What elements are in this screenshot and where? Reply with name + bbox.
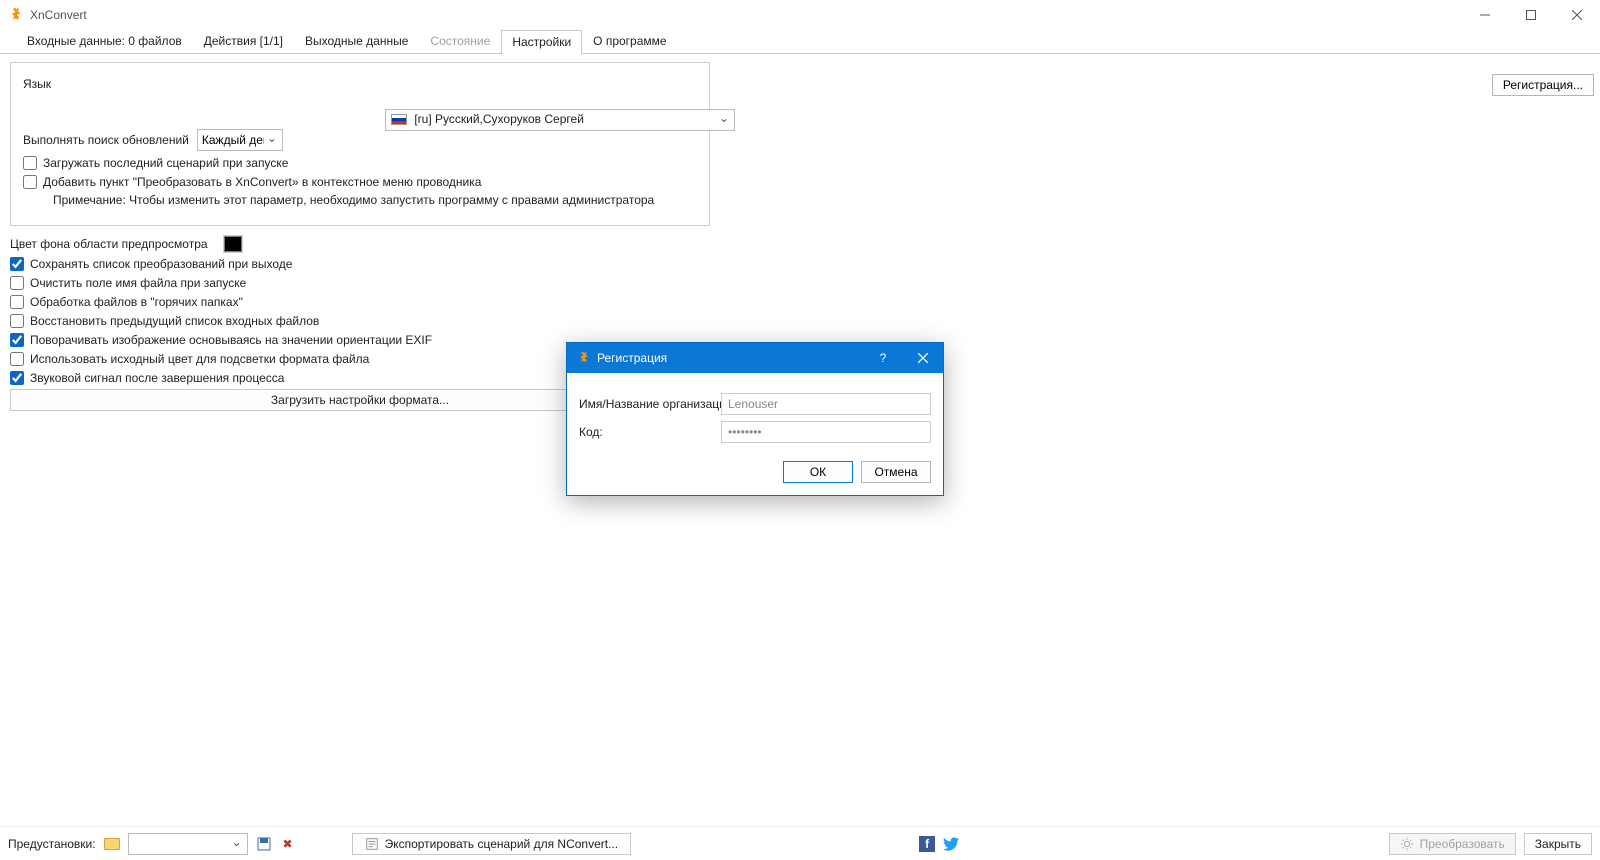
update-frequency-select[interactable]: Каждый день [197,129,283,151]
clear-filename-checkbox[interactable] [10,276,24,290]
app-icon [6,6,24,24]
preview-bg-color-swatch[interactable] [224,236,242,252]
registration-dialog: Регистрация ? Имя/Название организации: … [566,342,944,496]
footer-bar: Предустановки: ✖ Экспортировать сценарий… [0,826,1600,860]
tab-input[interactable]: Входные данные: 0 файлов [16,29,193,53]
language-select[interactable]: ​ [385,109,735,131]
add-context-menu-checkbox[interactable] [23,175,37,189]
dialog-app-icon [575,350,591,366]
tab-output[interactable]: Выходные данные [294,29,419,53]
admin-note: Примечание: Чтобы изменить этот параметр… [53,193,654,207]
save-icon[interactable] [256,836,272,852]
convert-label: Преобразовать [1420,837,1505,851]
add-context-menu-label: Добавить пункт "Преобразовать в XnConver… [43,174,481,189]
close-app-button[interactable]: Закрыть [1524,833,1592,855]
restore-inputs-checkbox[interactable] [10,314,24,328]
rotate-exif-label: Поворачивать изображение основываясь на … [30,332,432,347]
dialog-title: Регистрация [597,351,667,365]
gear-icon [1400,837,1414,851]
twitter-icon[interactable] [943,836,959,852]
hot-folders-label: Обработка файлов в "горячих папках" [30,294,243,309]
dialog-help-button[interactable]: ? [863,343,903,373]
dialog-close-button[interactable] [903,343,943,373]
rotate-exif-checkbox[interactable] [10,333,24,347]
use-src-color-checkbox[interactable] [10,352,24,366]
close-button[interactable] [1554,0,1600,30]
dialog-name-label: Имя/Название организации: [579,397,711,411]
presets-label: Предустановки: [8,837,96,851]
export-nconvert-label: Экспортировать сценарий для NConvert... [385,837,619,851]
preview-bg-label: Цвет фона области предпросмотра [10,237,208,251]
presets-select[interactable] [128,833,248,855]
tab-settings[interactable]: Настройки [501,30,582,54]
beep-label: Звуковой сигнал после завершения процесс… [30,370,284,385]
titlebar: XnConvert [0,0,1600,30]
clear-filename-label: Очистить поле имя файла при запуске [30,275,246,290]
close-app-label: Закрыть [1535,837,1581,851]
beep-checkbox[interactable] [10,371,24,385]
organization-name-input[interactable] [721,393,931,415]
hot-folders-checkbox[interactable] [10,295,24,309]
tab-status[interactable]: Состояние [419,29,501,53]
convert-button[interactable]: Преобразовать [1389,833,1516,855]
export-nconvert-button[interactable]: Экспортировать сценарий для NConvert... [352,833,632,855]
load-last-script-checkbox[interactable] [23,156,37,170]
dialog-ok-button[interactable]: ОК [783,461,853,483]
script-icon [365,837,379,851]
maximize-button[interactable] [1508,0,1554,30]
dialog-code-label: Код: [579,425,711,439]
window-title: XnConvert [30,8,87,22]
load-last-script-label: Загружать последний сценарий при запуске [43,155,288,170]
tab-about[interactable]: О программе [582,29,677,53]
folder-icon[interactable] [104,836,120,852]
facebook-icon[interactable]: f [919,836,935,852]
registration-code-input[interactable] [721,421,931,443]
dialog-cancel-button[interactable]: Отмена [861,461,931,483]
tab-strip: Входные данные: 0 файлов Действия [1/1] … [0,30,1600,54]
delete-icon[interactable]: ✖ [280,836,296,852]
tab-actions[interactable]: Действия [1/1] [193,29,294,53]
restore-inputs-label: Восстановить предыдущий список входных ф… [30,313,319,328]
dialog-titlebar: Регистрация ? [567,343,943,373]
save-actions-exit-label: Сохранять список преобразований при выхо… [30,256,292,271]
save-actions-exit-checkbox[interactable] [10,257,24,271]
settings-group: Язык ​ [ru] Русский,Сухоруков Сергей Вып… [10,62,710,226]
update-label: Выполнять поиск обновлений [23,133,189,147]
minimize-button[interactable] [1462,0,1508,30]
use-src-color-label: Использовать исходный цвет для подсветки… [30,351,369,366]
language-label: Язык [23,77,51,91]
